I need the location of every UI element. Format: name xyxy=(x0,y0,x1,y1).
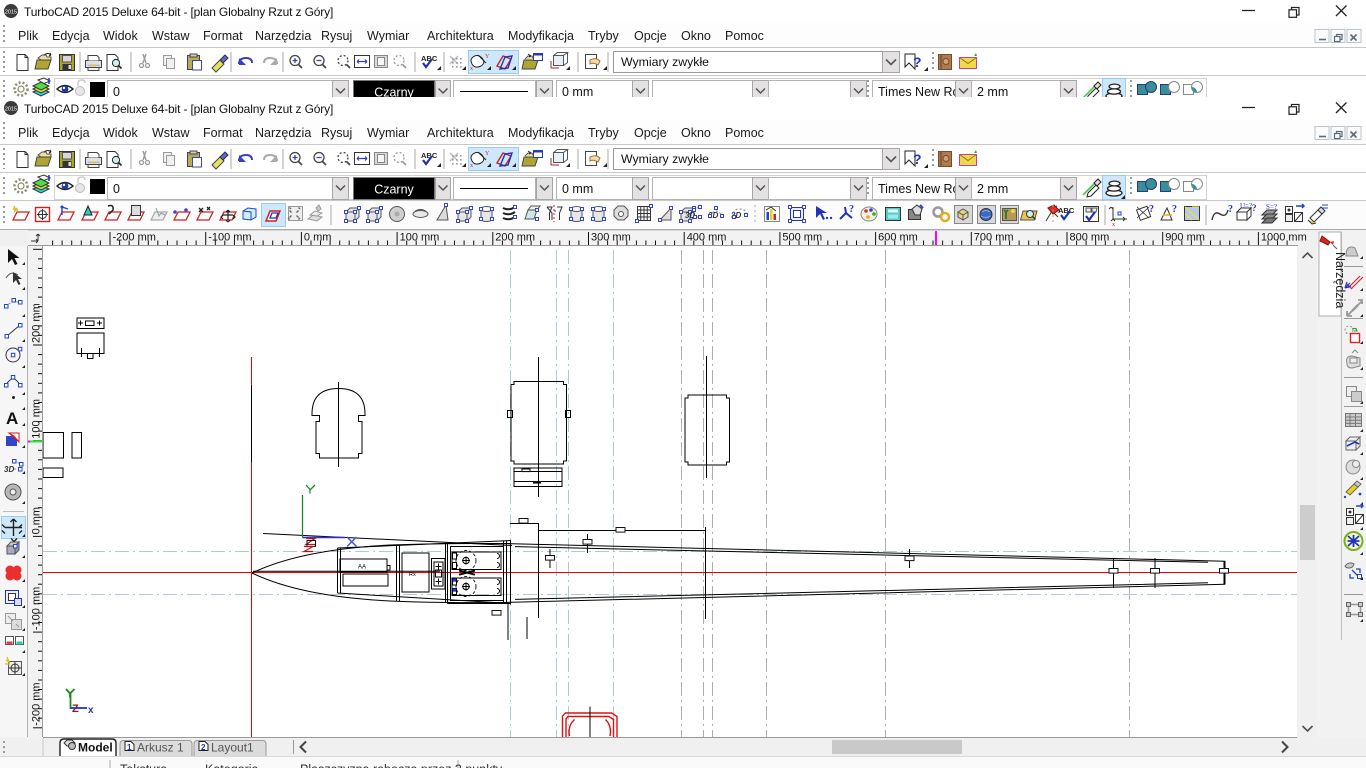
svg-text:?: ? xyxy=(1252,203,1257,213)
svg-text:700 mm: 700 mm xyxy=(974,232,1014,244)
svg-text:Kategoria: Kategoria xyxy=(205,763,259,768)
svg-text:-200 mm: -200 mm xyxy=(113,232,156,244)
svg-text:A: A xyxy=(6,409,18,428)
svg-text:2: 2 xyxy=(201,743,206,752)
svg-text:Layout1: Layout1 xyxy=(211,741,254,755)
svg-text:900 mm: 900 mm xyxy=(1165,232,1205,244)
svg-text:0 mm: 0 mm xyxy=(31,507,43,535)
svg-text:-100 mm: -100 mm xyxy=(31,587,43,630)
svg-text:200 mm: 200 mm xyxy=(31,303,43,343)
svg-text:400 mm: 400 mm xyxy=(687,232,727,244)
svg-text:300 mm: 300 mm xyxy=(591,232,631,244)
svg-text:3D: 3D xyxy=(4,465,14,474)
svg-text:?: ? xyxy=(849,204,854,215)
svg-text:100 mm: 100 mm xyxy=(31,399,43,439)
svg-text:Płaszczyzna robocza przez 3 pu: Płaszczyzna robocza przez 3 punkty xyxy=(300,763,503,768)
svg-text:x: x xyxy=(88,705,94,716)
svg-text:-200 mm: -200 mm xyxy=(31,682,43,725)
svg-text:?: ? xyxy=(1228,204,1233,215)
svg-text:ABC: ABC xyxy=(1058,206,1075,215)
svg-text:100 mm: 100 mm xyxy=(400,232,440,244)
svg-text:S=?: S=? xyxy=(1266,203,1277,211)
svg-text:Tekstura: Tekstura xyxy=(120,763,167,768)
svg-text:Z: Z xyxy=(72,703,79,715)
svg-text:?: ? xyxy=(1172,204,1177,215)
svg-text:800 mm: 800 mm xyxy=(1070,232,1110,244)
svg-text:200 mm: 200 mm xyxy=(495,232,535,244)
svg-text:1: 1 xyxy=(127,743,132,752)
svg-text:Model: Model xyxy=(78,741,113,755)
svg-text:Arkusz 1: Arkusz 1 xyxy=(137,741,184,755)
svg-text:500 mm: 500 mm xyxy=(782,232,822,244)
svg-text:600 mm: 600 mm xyxy=(878,232,918,244)
svg-text:x: x xyxy=(1112,222,1115,228)
svg-text:AA: AA xyxy=(358,565,366,571)
svg-text:U=?: U=? xyxy=(1240,202,1252,210)
svg-text:Narzędzia: Narzędzia xyxy=(1333,252,1347,308)
svg-text:Rx: Rx xyxy=(409,572,416,578)
svg-text:-100 mm: -100 mm xyxy=(208,232,251,244)
svg-text:?: ? xyxy=(1149,204,1154,215)
svg-text:0 mm: 0 mm xyxy=(304,232,332,244)
